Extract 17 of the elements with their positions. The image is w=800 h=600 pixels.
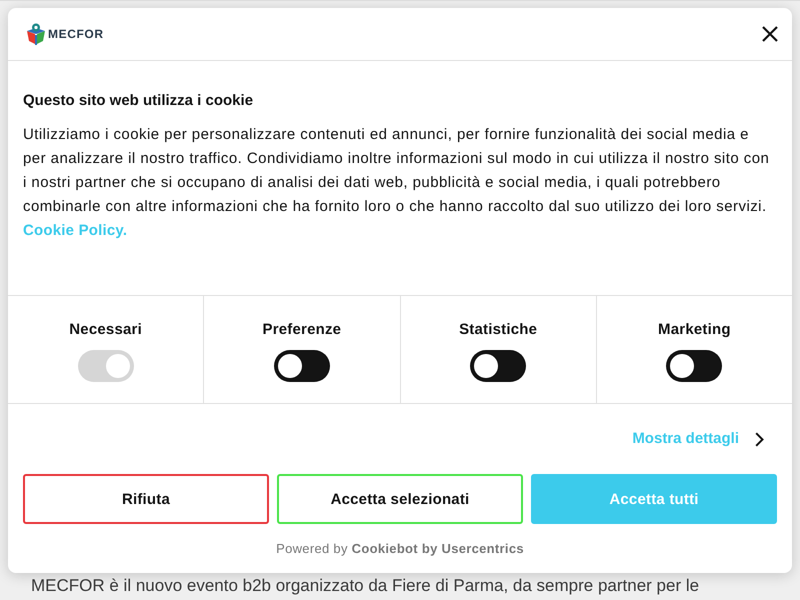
toggle-switch[interactable] (666, 350, 722, 382)
logo-text: MECFOR (48, 27, 104, 41)
toggle-switch[interactable] (470, 350, 526, 382)
category-label: Marketing (658, 320, 731, 340)
powered-by-link[interactable]: Powered by Cookiebot by Usercentrics (276, 539, 524, 559)
dialog-title: Questo sito web utilizza i cookie (23, 91, 254, 111)
toggle-switch[interactable] (274, 350, 330, 382)
category-label: Necessari (69, 320, 142, 340)
category-label: Preferenze (262, 320, 342, 340)
logo-icon (26, 23, 46, 45)
reject-button[interactable]: Rifiuta (23, 474, 269, 524)
category-label: Statistiche (459, 320, 538, 340)
accept-selected-button[interactable]: Accetta selezionati (277, 474, 523, 524)
chevron-right-icon (755, 432, 764, 446)
background-page-text: MECFOR è il nuovo evento b2b organizzato da Fiere di Parma, da sempre partner per le (31, 576, 700, 596)
close-icon[interactable] (762, 26, 778, 42)
dialog-description: Utilizziamo i cookie per personalizzare contenuti ed annunci, per fornire funzionalità dei social media e per analizzare il nostro traffico. Condividiamo inoltre informazioni sul modo in cui utilizza il nostro sito con i nostri partner che si occupano di analisi dei dati web, pubblicità e social media, i quali potrebbero combinarle con altre informazioni che ha fornito loro o che hanno raccolto dal suo utilizzo dei loro servizi. (23, 125, 770, 217)
